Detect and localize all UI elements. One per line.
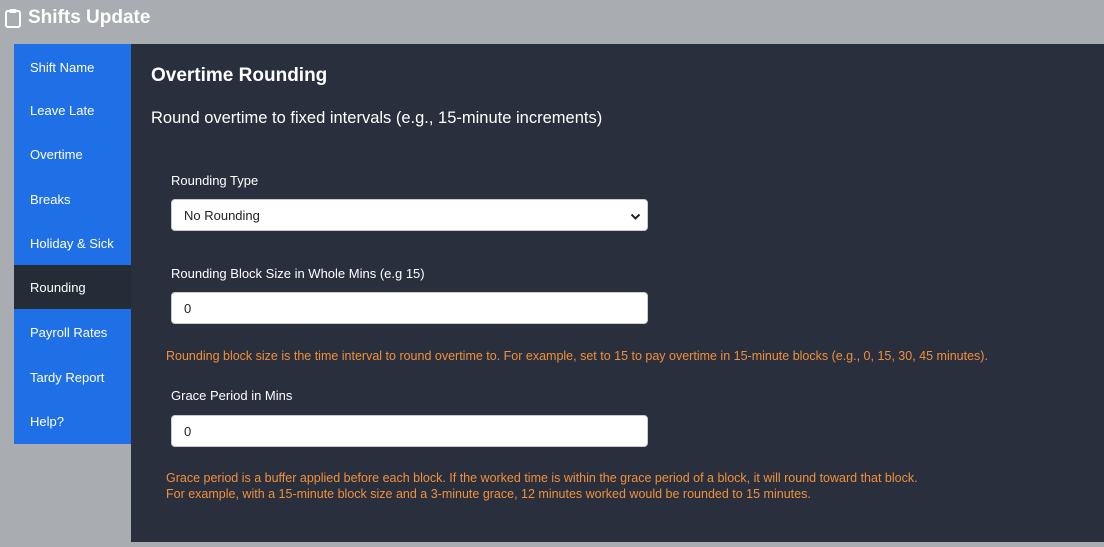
sidebar-item-rounding[interactable]: Rounding — [14, 265, 131, 309]
block-size-help-text: Rounding block size is the time interval… — [166, 349, 988, 363]
grace-period-label: Grace Period in Mins — [171, 388, 293, 403]
page-subtitle: Round overtime to fixed intervals (e.g.,… — [151, 109, 603, 127]
grace-period-help-line-2: For example, with a 15-minute block size… — [166, 487, 811, 501]
sidebar-item-help[interactable]: Help? — [14, 399, 131, 443]
rounding-type-value: No Rounding — [184, 207, 260, 223]
rounding-type-label: Rounding Type — [171, 173, 259, 188]
app-header: Shifts Update — [0, 0, 150, 36]
grace-period-help-line-1: Grace period is a buffer applied before … — [166, 471, 918, 485]
clipboard-icon — [4, 8, 22, 28]
chevron-down-icon — [630, 210, 641, 221]
sidebar-item-payroll-rates[interactable]: Payroll Rates — [14, 310, 131, 354]
sidebar-item-holiday-sick[interactable]: Holiday & Sick — [14, 221, 131, 265]
main-panel: Overtime Rounding Round overtime to fixe… — [131, 44, 1104, 542]
block-size-input[interactable]: 0 — [171, 292, 648, 324]
sidebar-item-leave-late[interactable]: Leave Late — [14, 88, 131, 132]
page-title: Overtime Rounding — [151, 65, 328, 86]
block-size-label: Rounding Block Size in Whole Mins (e.g 1… — [171, 266, 425, 281]
rounding-type-select[interactable]: No Rounding — [171, 199, 648, 231]
app-title: Shifts Update — [28, 7, 151, 28]
grace-period-input[interactable]: 0 — [171, 415, 648, 447]
sidebar-item-overtime[interactable]: Overtime — [14, 132, 131, 176]
sidebar: Shift Name Leave Late Overtime Breaks Ho… — [14, 44, 131, 444]
sidebar-item-shift-name[interactable]: Shift Name — [14, 45, 131, 89]
sidebar-item-tardy-report[interactable]: Tardy Report — [14, 355, 131, 399]
sidebar-item-breaks[interactable]: Breaks — [14, 177, 131, 221]
